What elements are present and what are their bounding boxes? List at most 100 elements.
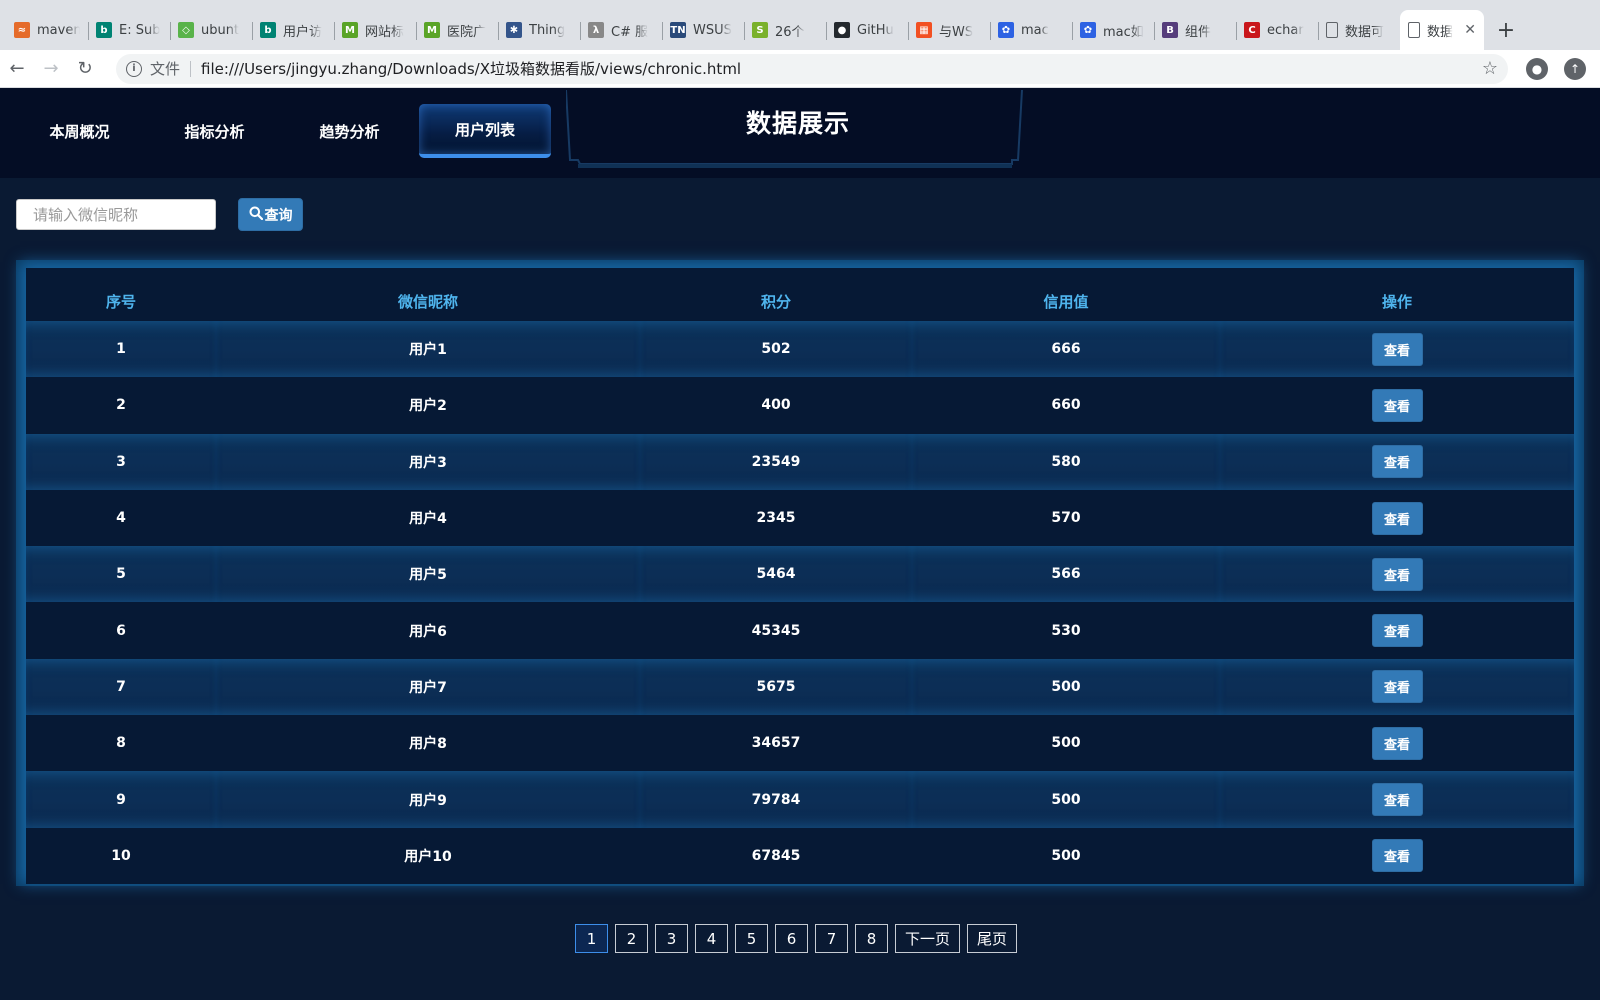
table-row: 1 用户1 502 666 查看 (26, 321, 1574, 378)
cell-id: 8 (26, 715, 216, 772)
cell-credit: 500 (912, 827, 1220, 884)
table-row: 9 用户9 79784 500 查看 (26, 771, 1574, 828)
info-icon[interactable]: i (126, 60, 142, 77)
page-5-button[interactable]: 5 (735, 924, 768, 953)
baidu-icon: ✿ (1080, 22, 1096, 38)
cell-name: 用户6 (216, 602, 640, 659)
cell-credit: 660 (912, 377, 1220, 434)
protocol-label: 文件 (150, 60, 181, 78)
tab-title: C# 服 (611, 24, 649, 40)
cell-action: 查看 (1220, 321, 1574, 378)
browser-tab[interactable]: M 网站标 (334, 10, 416, 50)
reload-button[interactable]: ↻ (68, 52, 102, 86)
browser-tab[interactable]: ✿ mac (990, 10, 1072, 50)
divider (190, 60, 192, 77)
browser-tab[interactable]: 数据 ✕ (1400, 10, 1484, 50)
browser-tab[interactable]: Cechar (1236, 10, 1318, 50)
browser-tab[interactable]: b E: Sub (88, 10, 170, 50)
tab-title: 26个 (775, 24, 805, 40)
view-button[interactable]: 查看 (1371, 557, 1423, 591)
browser-tab[interactable]: ✱ Thing (498, 10, 580, 50)
column-header: 微信昵称 (397, 293, 458, 311)
nav-tab[interactable]: 用户列表 (419, 104, 551, 158)
view-button[interactable]: 查看 (1371, 839, 1423, 873)
url-text[interactable]: file:///Users/jingyu.zhang/Downloads/X垃圾… (201, 58, 741, 79)
table-row: 6 用户6 45345 530 查看 (26, 602, 1574, 659)
browser-tab[interactable]: λ C# 服 (580, 10, 662, 50)
page-8-button[interactable]: 8 (855, 924, 888, 953)
browser-tab[interactable]: b 用户访 (252, 10, 334, 50)
page-1-button[interactable]: 1 (575, 924, 608, 953)
tab-title: 用户访 (283, 24, 323, 40)
browser-tab[interactable]: B 组件 (1154, 10, 1236, 50)
cell-credit: 530 (912, 602, 1220, 659)
cell-id: 1 (26, 321, 216, 378)
page-6-button[interactable]: 6 (775, 924, 808, 953)
cell-name: 用户5 (216, 546, 640, 603)
csharp-icon: λ (588, 22, 604, 38)
cell-name: 用户9 (216, 771, 640, 828)
tab-title: echar (1267, 22, 1304, 38)
gear-icon: ✱ (506, 22, 522, 38)
browser-tab[interactable]: TN WSUS (662, 10, 744, 50)
page-7-button[interactable]: 7 (815, 924, 848, 953)
browser-tab[interactable]: ● GitHu (826, 10, 908, 50)
browser-tab[interactable]: ▦ 与WS (908, 10, 990, 50)
browser-tab[interactable]: ≈ maven (6, 10, 88, 50)
arrow-right-icon: → (43, 58, 59, 79)
browser-tab[interactable]: M 医院广 (416, 10, 498, 50)
update-icon[interactable]: ↑ (1564, 57, 1586, 80)
cell-action: 查看 (1220, 377, 1574, 434)
search-bar: 查询 (16, 198, 303, 231)
view-button[interactable]: 查看 (1371, 445, 1423, 479)
cell-action: 查看 (1220, 771, 1574, 828)
back-button[interactable]: ← (0, 52, 34, 86)
browser-tab[interactable]: ✿ mac如 (1072, 10, 1154, 50)
profile-icon[interactable]: ● (1526, 57, 1548, 80)
tab-title: E: Sub (119, 22, 161, 38)
search-icon (249, 206, 263, 224)
user-table-frame: 序号 微信昵称 积分 信用值 操作 1 用户1 502 666 查看 2 用户2 400 660 查看 3 用… (16, 260, 1584, 886)
address-bar[interactable]: i 文件 file:///Users/jingyu.zhang/Download… (116, 53, 1508, 84)
cell-id: 7 (26, 658, 216, 716)
header: 本周概况 指标分析 趋势分析 用户列表 数据展示 (0, 88, 1600, 178)
view-button[interactable]: 查看 (1371, 726, 1423, 760)
nav-tab[interactable]: 指标分析 (147, 104, 282, 158)
browser-tab[interactable]: ◇ ubunt (170, 10, 252, 50)
page-3-button[interactable]: 3 (655, 924, 688, 953)
view-button[interactable]: 查看 (1371, 332, 1423, 366)
nickname-search-input[interactable] (16, 199, 216, 230)
column-header: 序号 (105, 293, 136, 311)
view-button[interactable]: 查看 (1371, 388, 1423, 422)
next-page-button[interactable]: 下一页 (895, 924, 961, 953)
browser-tab[interactable]: 数据可 (1318, 10, 1400, 50)
cell-score: 45345 (640, 602, 912, 659)
nav-tab[interactable]: 趋势分析 (282, 104, 417, 158)
cell-score: 5675 (640, 658, 912, 716)
page-icon (1326, 22, 1338, 38)
table-row: 4 用户4 2345 570 查看 (26, 489, 1574, 547)
page-2-button[interactable]: 2 (615, 924, 648, 953)
page-4-button[interactable]: 4 (695, 924, 728, 953)
view-button[interactable]: 查看 (1371, 783, 1423, 817)
view-button[interactable]: 查看 (1371, 501, 1423, 535)
cell-action: 查看 (1220, 546, 1574, 603)
cell-score: 34657 (640, 715, 912, 772)
search-button-label: 查询 (264, 207, 293, 224)
column-header: 信用值 (1043, 293, 1089, 311)
new-tab-button[interactable]: + (1488, 10, 1524, 50)
pagination: 1 2 3 4 5 6 7 8 下一页 尾页 (575, 924, 1018, 953)
cell-action: 查看 (1220, 658, 1574, 716)
bookmark-star-icon[interactable]: ☆ (1482, 58, 1498, 79)
view-button[interactable]: 查看 (1371, 614, 1423, 648)
browser-tab[interactable]: S 26个 (744, 10, 826, 50)
cell-credit: 580 (912, 433, 1220, 490)
cell-credit: 500 (912, 715, 1220, 772)
tab-title: 医院广 (447, 24, 487, 40)
view-button[interactable]: 查看 (1371, 670, 1423, 704)
search-button[interactable]: 查询 (238, 198, 303, 231)
last-page-button[interactable]: 尾页 (967, 924, 1018, 953)
close-icon[interactable]: ✕ (1464, 22, 1476, 38)
forward-button[interactable]: → (34, 52, 68, 86)
nav-tab[interactable]: 本周概况 (12, 104, 147, 158)
